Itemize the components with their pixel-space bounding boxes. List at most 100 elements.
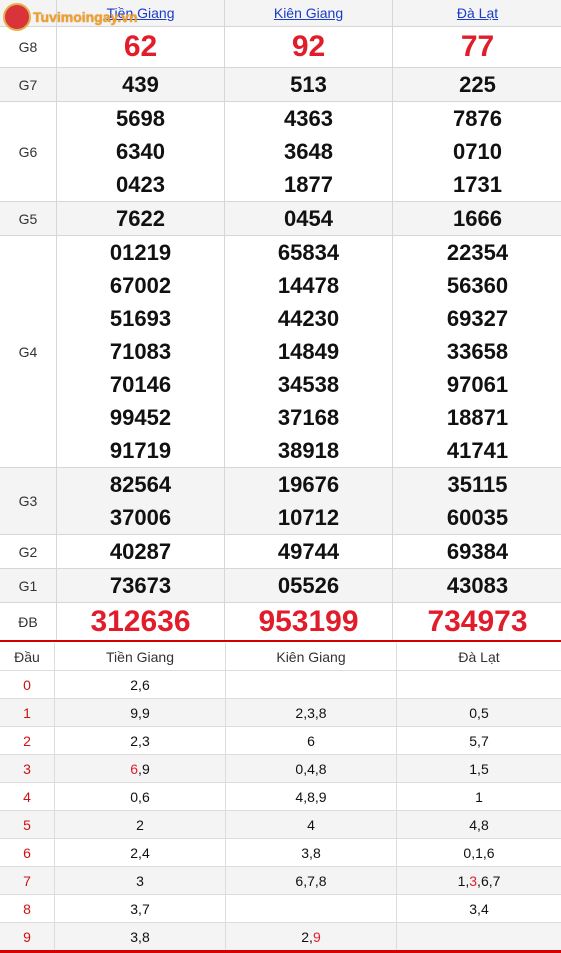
prize-number: 65834 [277, 240, 340, 265]
prize-number: 40287 [109, 539, 172, 564]
prize-row-g6: G6 5698 6340 0423 4363 3648 1877 7876 0710 1731 [0, 102, 561, 202]
loto-cell: 4 [226, 811, 397, 838]
loto-tail-digit: 6 [130, 760, 139, 777]
prize-number: 7622 [116, 206, 165, 231]
loto-row-8: 8 3,7 3,4 [0, 895, 561, 923]
loto-head-digit: 2 [0, 727, 55, 754]
prize-label: G2 [0, 535, 57, 568]
prize-cell: 953199 [225, 603, 393, 640]
prize-number: 3648 [284, 139, 333, 164]
prize-number: 60035 [446, 505, 509, 530]
prize-number: 19676 [277, 472, 340, 497]
logo-text: Tuvimoingay.vn [33, 9, 138, 25]
prize-row-g8: G8 62 92 77 [0, 27, 561, 68]
results-table: Tuvimoingay.vn Tiền Giang Kiên Giang Đà … [0, 0, 561, 641]
prize-number: 51693 [109, 306, 172, 331]
prize-number: 67002 [109, 273, 172, 298]
loto-tail-digit: 9 [312, 928, 321, 945]
prize-number: 01219 [109, 240, 172, 265]
loto-table: Đầu Tiền Giang Kiên Giang Đà Lạt 0 2,6 1 9,9 2,3… [0, 643, 561, 951]
loto-head-digit: 3 [0, 755, 55, 782]
loto-column-header: Tiền Giang [55, 643, 226, 670]
loto-cell [226, 671, 397, 698]
prize-cell: 77 [393, 27, 561, 67]
loto-cell: 6,9 [55, 755, 226, 782]
loto-cell: 4,8,9 [226, 783, 397, 810]
prize-cell: 7876 0710 1731 [393, 102, 561, 201]
loto-cell: 0,4,8 [226, 755, 397, 782]
prize-number: 91719 [109, 438, 172, 463]
loto-cell: 2,9 [226, 923, 397, 950]
header-corner: Tuvimoingay.vn [0, 0, 138, 31]
prize-cell: 35115 60035 [393, 468, 561, 534]
loto-head-digit: 9 [0, 923, 55, 950]
results-header-row: Tuvimoingay.vn Tiền Giang Kiên Giang Đà … [0, 0, 561, 31]
prize-number: 0454 [284, 206, 333, 231]
loto-cell: 5,7 [469, 732, 489, 749]
prize-cell: 01219 67002 51693 71083 70146 99452 91719 [57, 236, 225, 467]
prize-cell: 92 [225, 27, 393, 67]
prize-cell: 312636 [57, 603, 225, 640]
province-link-kien-giang[interactable]: Kiên Giang [274, 5, 343, 21]
prize-number: 41741 [446, 438, 509, 463]
prize-number: 35115 [447, 472, 508, 497]
loto-header-row: Đầu Tiền Giang Kiên Giang Đà Lạt [0, 643, 561, 671]
loto-row-9: 9 3,8 2, 9 [0, 923, 561, 951]
prize-cell: 734973 [393, 603, 561, 640]
prize-number: 0710 [453, 139, 502, 164]
prize-cell: 62 [57, 27, 225, 67]
loto-row-1: 1 9,9 2,3,8 0,5 [0, 699, 561, 727]
loto-cell: 0,5 [469, 704, 489, 721]
prize-number: 99452 [109, 405, 172, 430]
prize-number: 734973 [427, 604, 528, 638]
prize-number: 82564 [109, 472, 172, 497]
loto-cell: 2 [55, 811, 226, 838]
prize-number: 92 [291, 30, 326, 63]
prize-number: 73673 [109, 573, 172, 598]
prize-cell: 4363 3648 1877 [225, 102, 393, 201]
prize-number: 312636 [90, 604, 191, 638]
loto-cell: 3,8 [55, 923, 226, 950]
loto-row-7: 7 3 6,7,8 1, 3, 6, 7 [0, 867, 561, 895]
prize-cell: 65834 14478 44230 14849 34538 37168 38918 [225, 236, 393, 467]
prize-label: ĐB [0, 603, 57, 640]
loto-row-3: 3 6, 9 0,4,8 1,5 [0, 755, 561, 783]
site-logo[interactable]: Tuvimoingay.vn [3, 3, 138, 31]
prize-number: 69327 [446, 306, 509, 331]
loto-tail-digit: 2 [301, 928, 310, 945]
loto-cell: 1,5 [469, 760, 489, 777]
prize-number: 77 [460, 30, 495, 63]
loto-tail-digit: 1 [457, 872, 466, 889]
loto-head-digit: 1 [0, 699, 55, 726]
prize-number: 97061 [446, 372, 509, 397]
prize-label: G4 [0, 236, 57, 467]
prize-number: 513 [290, 72, 327, 97]
prize-cell: 0454 [225, 202, 393, 235]
prize-number: 05526 [277, 573, 340, 598]
loto-cell: 3 [55, 867, 226, 894]
loto-head-digit: 4 [0, 783, 55, 810]
loto-tail-digit: 9 [141, 760, 150, 777]
prize-cell: 73673 [57, 569, 225, 602]
logo-badge-icon [3, 3, 31, 31]
prize-row-g2: G2 40287 49744 69384 [0, 535, 561, 569]
prize-number: 6340 [116, 139, 165, 164]
loto-cell: 6,7,8 [226, 867, 397, 894]
prize-label: G7 [0, 68, 57, 101]
prize-label: G5 [0, 202, 57, 235]
prize-number: 953199 [258, 604, 359, 638]
prize-number: 56360 [446, 273, 509, 298]
prize-number: 38918 [277, 438, 340, 463]
prize-cell: 05526 [225, 569, 393, 602]
loto-cell: 9,9 [55, 699, 226, 726]
prize-cell: 7622 [57, 202, 225, 235]
loto-tail-digit: 6 [480, 872, 489, 889]
province-link-da-lat[interactable]: Đà Lạt [457, 5, 498, 21]
loto-row-2: 2 2,3 6 5,7 [0, 727, 561, 755]
prize-row-g3: G3 82564 37006 19676 10712 35115 60035 [0, 468, 561, 535]
prize-number: 49744 [277, 539, 340, 564]
prize-cell: 40287 [57, 535, 225, 568]
prize-number: 4363 [284, 106, 333, 131]
prize-row-g7: G7 439 513 225 [0, 68, 561, 102]
loto-cell [226, 895, 397, 922]
